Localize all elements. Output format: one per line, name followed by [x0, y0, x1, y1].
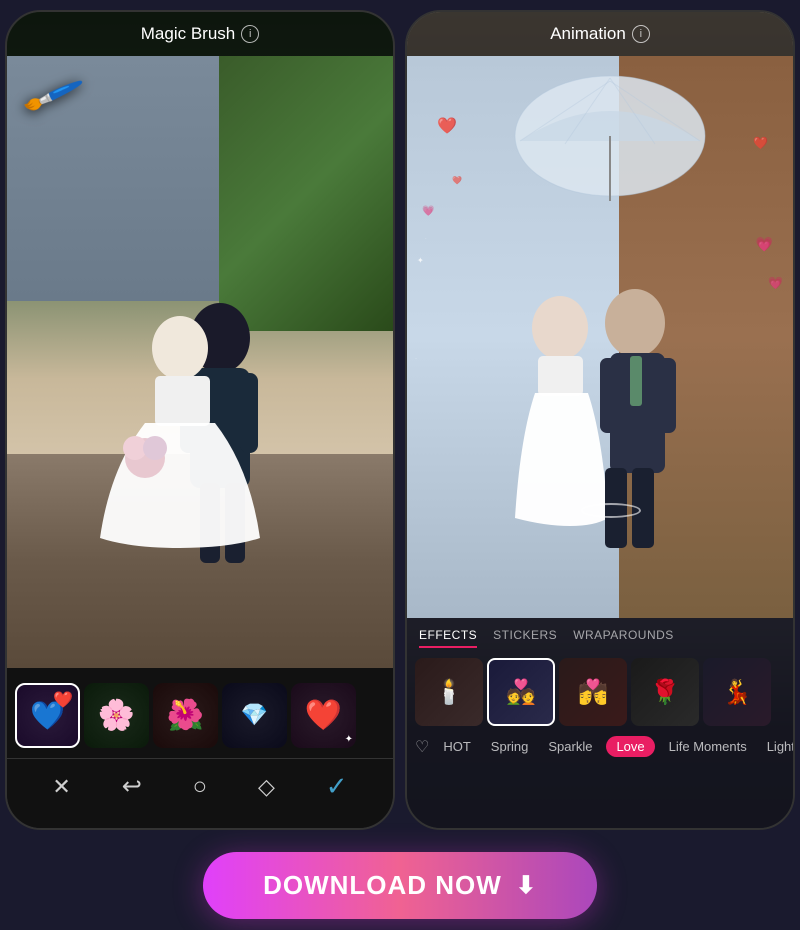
- left-info-icon[interactable]: i: [241, 25, 259, 43]
- effect-thumb-4[interactable]: 🌹: [631, 658, 699, 726]
- effect-tabs-row: EFFECTS STICKERS WRAPAROUNDS: [407, 618, 793, 652]
- filter-hot[interactable]: HOT: [437, 736, 476, 757]
- right-title-bar: Animation i: [407, 12, 793, 56]
- right-info-icon[interactable]: i: [632, 25, 650, 43]
- couple-silhouette: [70, 238, 330, 638]
- effect-thumbnails-row: 🕯️ 💑 💏 🌹 💃: [407, 652, 793, 732]
- filter-heart-icon[interactable]: ♡: [415, 737, 429, 757]
- brush-thumb-4[interactable]: 💎: [222, 683, 287, 748]
- filter-life-moments[interactable]: Life Moments: [663, 736, 753, 757]
- brush-thumb-5[interactable]: ❤️ ✦: [291, 683, 356, 748]
- confirm-tool[interactable]: ✓: [326, 771, 348, 802]
- filter-love[interactable]: Love: [606, 736, 654, 757]
- effect-thumb-5[interactable]: 💃: [703, 658, 771, 726]
- left-phone-title: Magic Brush: [141, 24, 235, 44]
- filter-sparkle[interactable]: Sparkle: [542, 736, 598, 757]
- heart-particle-4: 💗: [756, 236, 773, 253]
- sparkle-1: ✦: [417, 256, 424, 265]
- brush-thumb-1[interactable]: 💙❤️: [15, 683, 80, 748]
- heart-particle-2: ❤️: [753, 136, 768, 150]
- download-section: DOWNLOAD NOW ⬇: [0, 840, 800, 930]
- left-bottom-toolbar: 💙❤️ 🌸 🌺 💎 ❤️ ✦: [7, 668, 393, 828]
- filter-light[interactable]: Light: [761, 736, 793, 757]
- close-tool[interactable]: ✕: [52, 774, 70, 800]
- download-button[interactable]: DOWNLOAD NOW ⬇: [203, 852, 597, 919]
- right-phone-title: Animation: [550, 24, 626, 44]
- effect-thumb-3[interactable]: 💏: [559, 658, 627, 726]
- heart-particle-6: 💗: [768, 276, 783, 290]
- effect-thumb-2[interactable]: 💑: [487, 658, 555, 726]
- sparkle-2: ·: [415, 356, 417, 362]
- left-photo-area: 🖌️: [7, 56, 393, 668]
- filter-row: ♡ HOT Spring Sparkle Love Life Moments L…: [407, 732, 793, 761]
- circle-tool[interactable]: ○: [193, 773, 208, 801]
- right-phone: ❤️ ❤️ 💗 💗 ❤️ 💗 ✦ · · Animation i EFFECTS…: [405, 10, 795, 830]
- filter-spring[interactable]: Spring: [485, 736, 535, 757]
- download-label: DOWNLOAD NOW: [263, 870, 502, 901]
- diamond-tool[interactable]: ◇: [258, 774, 275, 800]
- brush-thumbnails-row: 💙❤️ 🌸 🌺 💎 ❤️ ✦: [7, 668, 393, 758]
- download-icon: ⬇: [516, 871, 537, 900]
- right-bottom-toolbar: EFFECTS STICKERS WRAPAROUNDS 🕯️ 💑 💏 🌹: [407, 618, 793, 828]
- left-phone: 🖌️ Magic Brush i 💙❤️ 🌸 🌺: [5, 10, 395, 830]
- undo-tool[interactable]: ↩: [122, 772, 142, 801]
- tab-wraparounds[interactable]: WRAPAROUNDS: [573, 628, 674, 648]
- effect-thumb-1[interactable]: 🕯️: [415, 658, 483, 726]
- heart-particle-5: ❤️: [452, 176, 462, 185]
- sparkle-3: ·: [425, 236, 427, 242]
- left-title-bar: Magic Brush i: [7, 12, 393, 56]
- heart-particle-1: ❤️: [437, 116, 457, 136]
- tool-icons-row: ✕ ↩ ○ ◇ ✓: [7, 758, 393, 818]
- brush-thumb-3[interactable]: 🌺: [153, 683, 218, 748]
- halo-effect: [581, 503, 641, 518]
- right-couple-silhouette: [460, 268, 740, 608]
- tab-effects[interactable]: EFFECTS: [419, 628, 477, 648]
- umbrella: [510, 66, 710, 206]
- brush-thumb-2[interactable]: 🌸: [84, 683, 149, 748]
- tab-stickers[interactable]: STICKERS: [493, 628, 557, 648]
- heart-particle-3: 💗: [422, 206, 434, 217]
- right-photo-area: ❤️ ❤️ 💗 💗 ❤️ 💗 ✦ · ·: [407, 56, 793, 618]
